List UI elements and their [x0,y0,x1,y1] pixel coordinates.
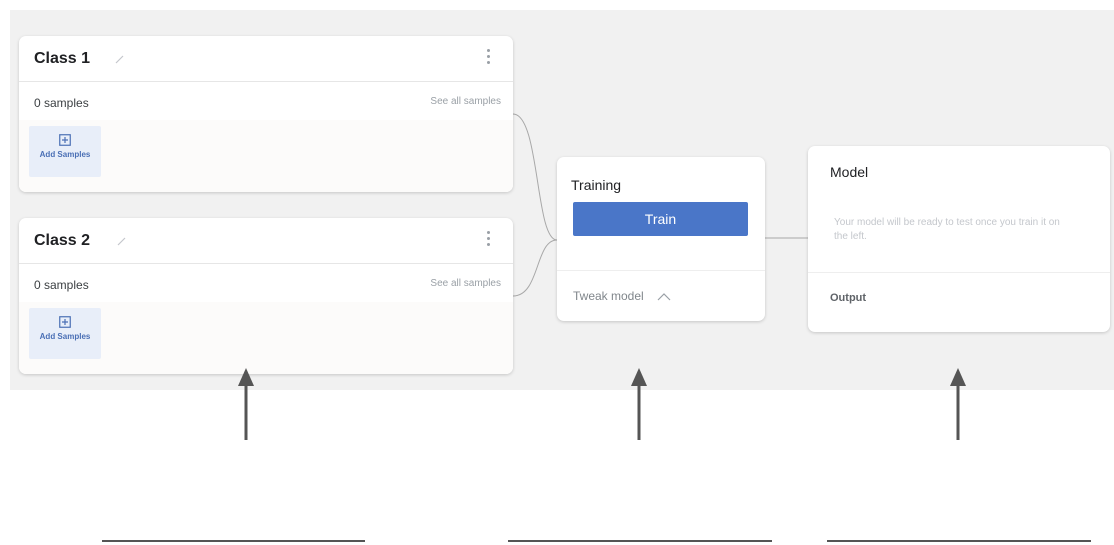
tweak-model-label: Tweak model [573,289,644,303]
add-samples-button[interactable]: Add Samples [29,126,101,177]
model-card: Model Your model will be ready to test o… [808,146,1110,332]
add-samples-label: Add Samples [39,332,91,341]
class-title[interactable]: Class 1 [34,50,90,68]
class-card-header: Class 2 [19,218,513,264]
add-samples-label: Add Samples [39,150,91,159]
see-all-samples-link[interactable]: See all samples [430,96,501,107]
model-title: Model [830,164,869,180]
samples-count: 0 samples [34,278,89,292]
samples-row: 0 samples See all samples [19,264,513,302]
train-button[interactable]: Train [573,202,748,236]
class-card-2: Class 2 0 samples See all samples Add Sa… [19,218,513,374]
see-all-samples-link[interactable]: See all samples [430,278,501,289]
class-card-1: Class 1 0 samples See all samples Add Sa… [19,36,513,192]
up-arrow-icon [631,368,647,440]
pencil-icon[interactable] [116,235,128,247]
class-title[interactable]: Class 2 [34,232,90,250]
training-card: Training Train Tweak model [557,157,765,321]
samples-row: 0 samples See all samples [19,82,513,120]
add-box-icon [59,134,71,146]
output-label: Output [830,292,867,304]
divider [808,272,1110,273]
pencil-icon[interactable] [114,53,126,65]
kebab-menu-icon[interactable] [487,49,491,67]
model-placeholder-message: Your model will be ready to test once yo… [834,217,1060,242]
samples-area: Add Samples [19,120,513,192]
add-samples-button[interactable]: Add Samples [29,308,101,359]
underline [827,540,1091,542]
add-box-icon [59,316,71,328]
class-card-header: Class 1 [19,36,513,82]
kebab-menu-icon[interactable] [487,231,491,249]
up-arrow-icon [950,368,966,440]
up-arrow-icon [238,368,254,440]
underline [508,540,772,542]
training-title: Training [571,177,622,193]
divider [557,270,765,271]
tweak-model-toggle[interactable]: Tweak model [573,289,671,303]
chevron-up-icon [657,292,671,301]
samples-area: Add Samples [19,302,513,374]
underline [102,540,365,542]
samples-count: 0 samples [34,96,89,110]
